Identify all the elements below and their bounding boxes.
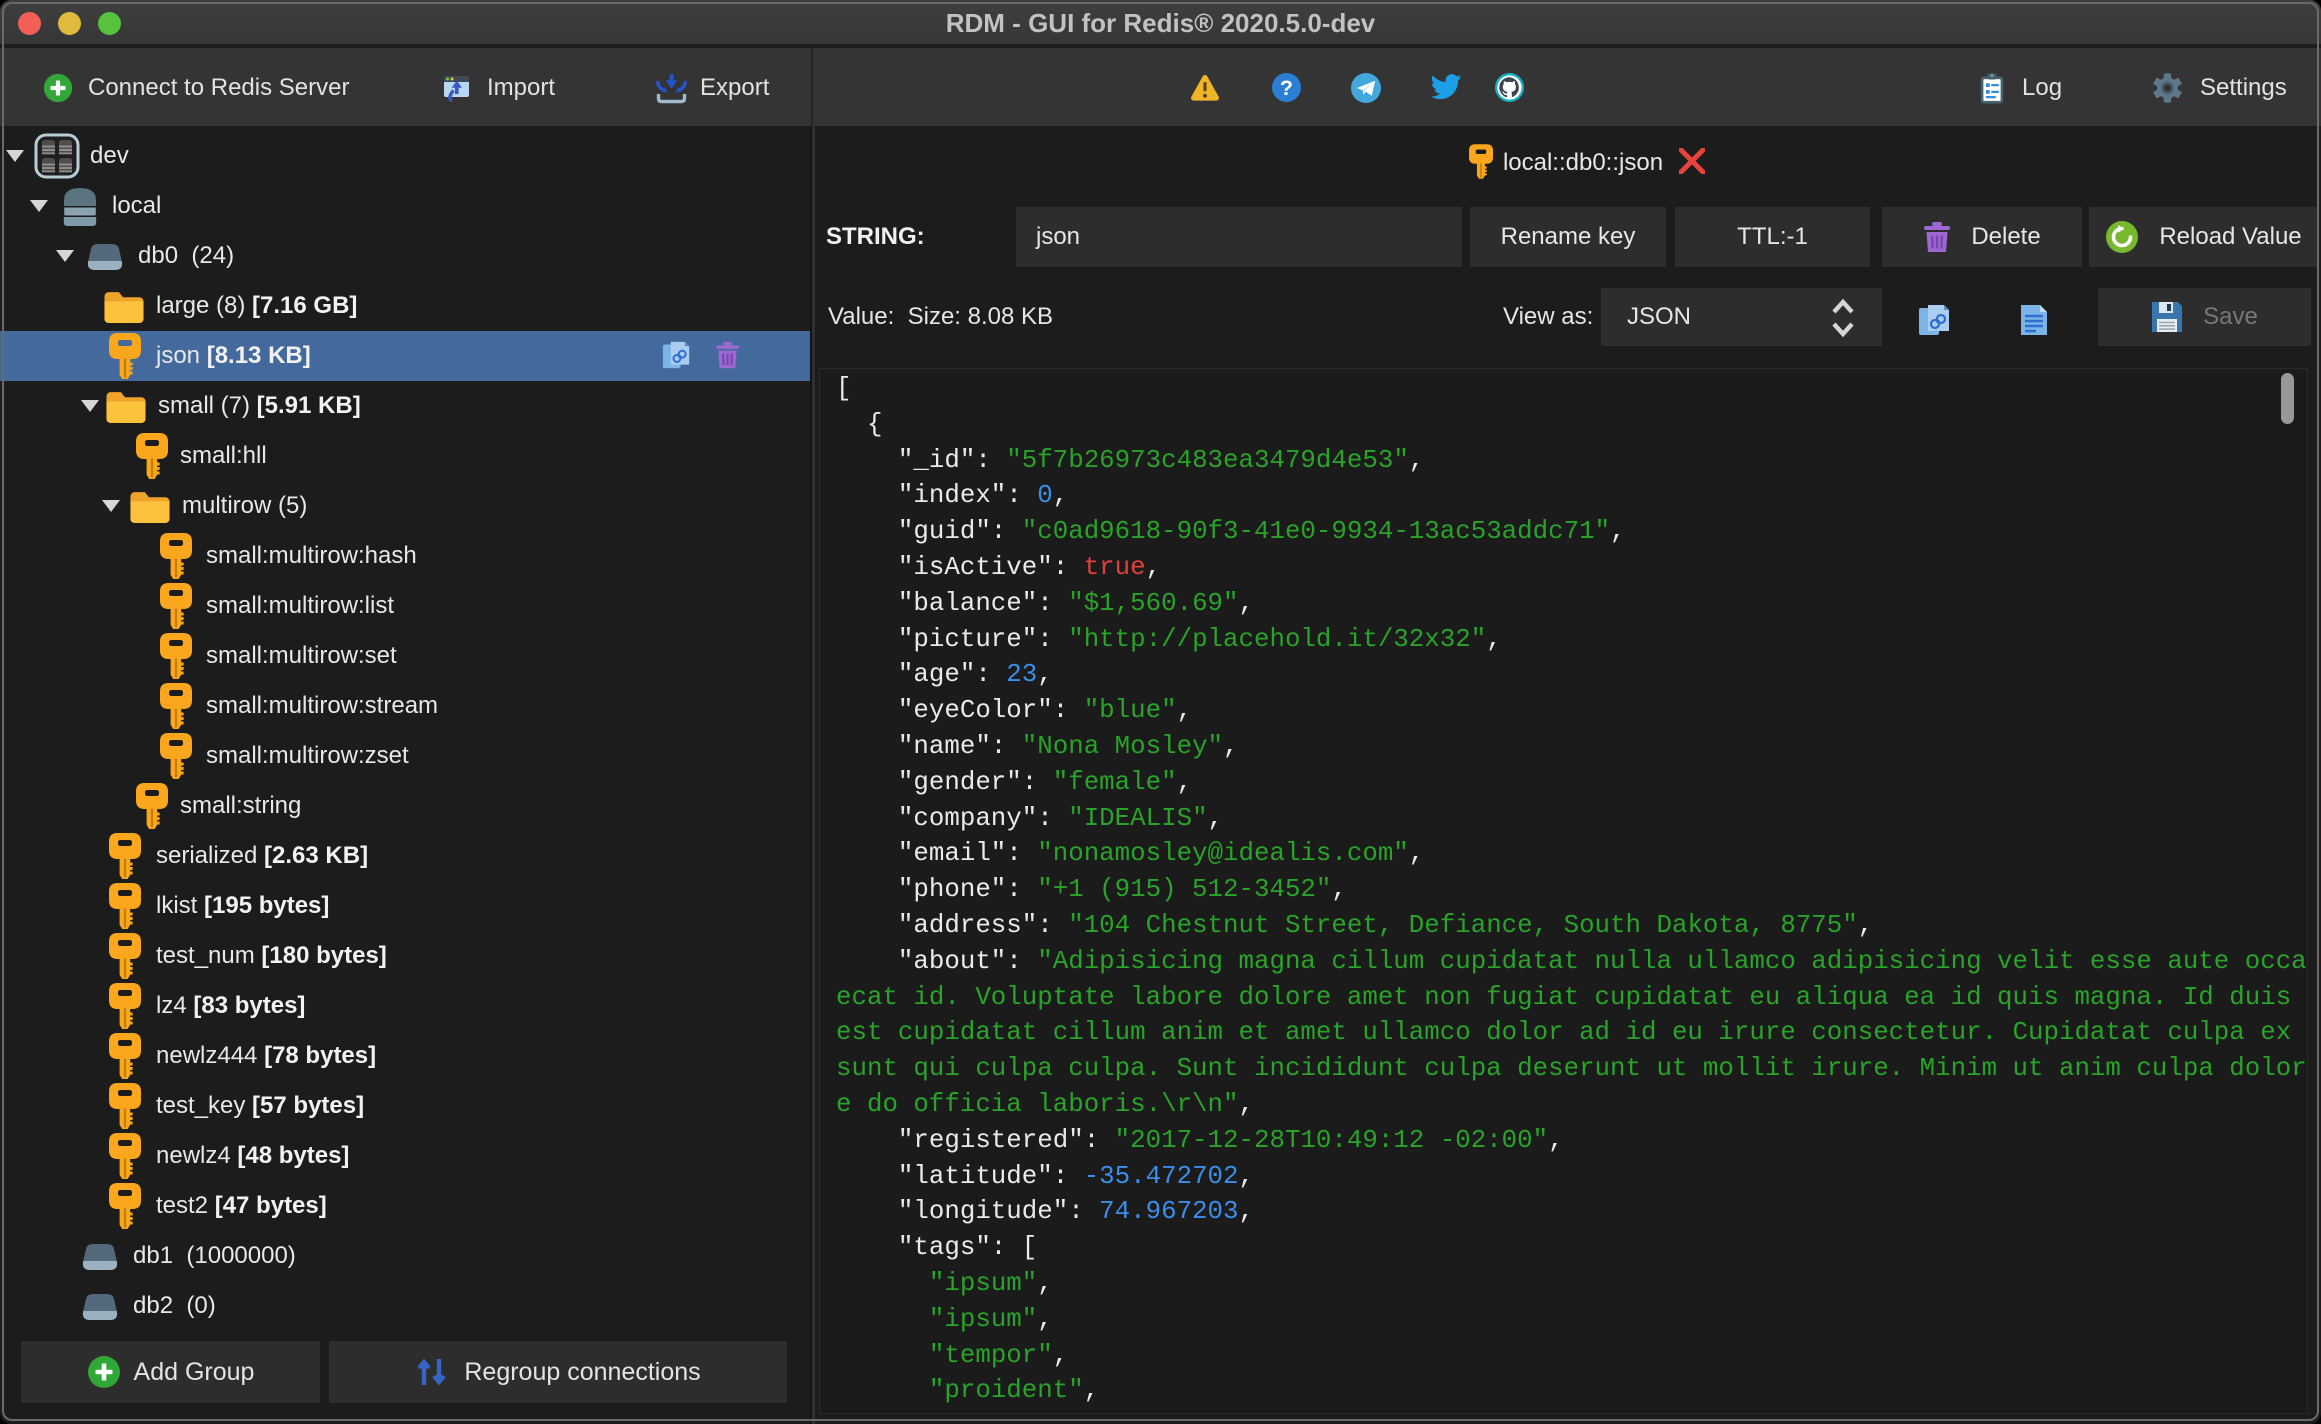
svg-text:?: ? — [1280, 76, 1293, 100]
